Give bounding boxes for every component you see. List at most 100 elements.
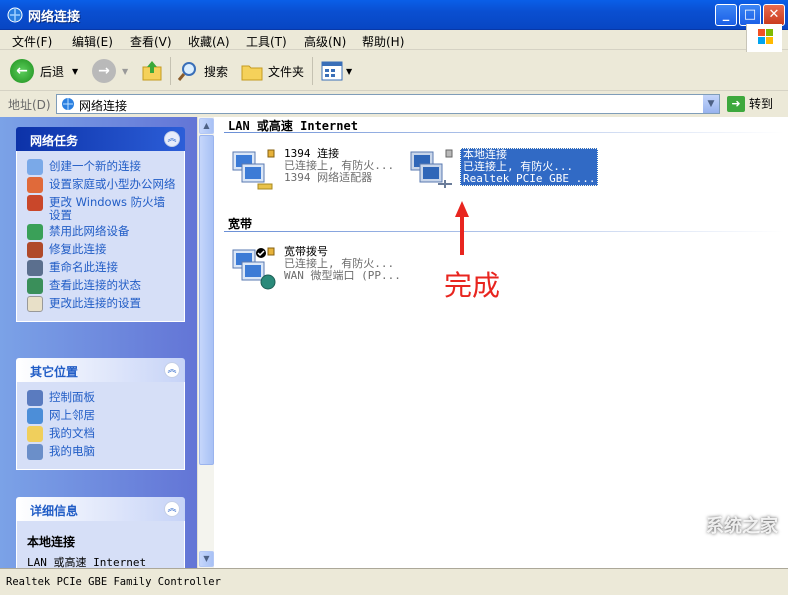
task-view-status[interactable]: 查看此连接的状态: [27, 278, 176, 294]
place-label: 控制面板: [49, 390, 95, 404]
back-dropdown-icon[interactable]: ▼: [72, 67, 78, 76]
title-bar[interactable]: 网络连接 _ □ ✕: [0, 0, 788, 30]
other-places-panel: 其它位置 ︽ 控制面板 网上邻居 我的文档 我的电脑: [16, 358, 185, 470]
address-label: 地址(D): [8, 98, 51, 112]
up-folder-button[interactable]: [140, 57, 164, 85]
other-places-title: 其它位置: [30, 365, 79, 379]
home-network-icon: [27, 177, 43, 193]
go-button[interactable]: ➜ 转到: [727, 95, 773, 112]
network-tasks-header[interactable]: 网络任务 ︽: [16, 127, 185, 151]
toolbar-separator: [312, 57, 313, 85]
back-label: 后退: [40, 64, 65, 79]
connection-local[interactable]: 本地连接 已连接上, 有防火... Realtek PCIe GBE ...: [408, 148, 599, 192]
up-folder-icon: [142, 61, 162, 81]
connection-info: 本地连接 已连接上, 有防火... Realtek PCIe GBE ...: [460, 148, 599, 186]
details-header[interactable]: 详细信息 ︽: [16, 497, 185, 521]
task-label: 查看此连接的状态: [49, 278, 141, 292]
toolbar-separator: [170, 57, 171, 85]
task-create-connection[interactable]: 创建一个新的连接: [27, 159, 176, 175]
forward-arrow-icon: →: [92, 59, 116, 83]
address-input[interactable]: 网络连接 ▼: [56, 94, 720, 114]
menu-file[interactable]: 文件(F): [12, 33, 52, 50]
firewall-icon: [27, 195, 43, 211]
my-computer-icon: [27, 444, 43, 460]
task-pane: 网络任务 ︽ 创建一个新的连接 设置家庭或小型办公网络 更改 Windows 防…: [0, 117, 197, 568]
network-folder-icon: [62, 98, 74, 110]
back-arrow-icon: ←: [10, 59, 34, 83]
menu-advanced[interactable]: 高级(N): [304, 33, 346, 50]
place-control-panel[interactable]: 控制面板: [27, 390, 176, 406]
task-label: 禁用此网络设备: [49, 224, 130, 238]
folders-button[interactable]: 文件夹: [240, 57, 304, 85]
network-connection-icon: [410, 149, 453, 188]
left-pane-scrollbar[interactable]: ▲ ▼: [197, 117, 214, 568]
details-title: 详细信息: [30, 504, 79, 518]
forward-button[interactable]: → ▼: [92, 57, 128, 85]
task-label: 更改 Windows 防火墙设置: [49, 195, 166, 222]
task-label: 创建一个新的连接: [49, 159, 141, 173]
task-repair[interactable]: 修复此连接: [27, 242, 176, 258]
watermark: 系统之家: [706, 516, 778, 537]
new-connection-icon: [27, 159, 43, 175]
place-label: 我的文档: [49, 426, 95, 440]
place-label: 我的电脑: [49, 444, 95, 458]
network-connections-icon: [7, 7, 23, 23]
connection-device: 1394 网络适配器: [284, 171, 373, 184]
network-connection-icon: [232, 149, 275, 190]
views-button[interactable]: ▼: [320, 57, 352, 85]
settings-icon: [27, 296, 43, 312]
network-tasks-title: 网络任务: [30, 134, 79, 148]
go-arrow-icon: ➜: [727, 95, 745, 112]
broadband-connection-icon: [232, 247, 276, 290]
place-my-computer[interactable]: 我的电脑: [27, 444, 176, 460]
group-divider: [224, 231, 784, 232]
window-title: 网络连接: [28, 10, 81, 25]
windows-logo-icon: [746, 24, 782, 52]
scroll-up-icon[interactable]: ▲: [199, 118, 214, 134]
menu-edit[interactable]: 编辑(E): [72, 33, 113, 50]
scroll-down-icon[interactable]: ▼: [199, 551, 214, 567]
task-label: 设置家庭或小型办公网络: [49, 177, 176, 191]
go-label: 转到: [749, 97, 774, 111]
other-places-header[interactable]: 其它位置 ︽: [16, 358, 185, 382]
search-button[interactable]: 搜索: [176, 57, 228, 85]
maximize-button[interactable]: □: [739, 4, 761, 26]
repair-icon: [27, 242, 43, 258]
task-disable-device[interactable]: 禁用此网络设备: [27, 224, 176, 240]
annotation-arrow-icon: [455, 201, 469, 255]
back-button[interactable]: ← 后退 ▼: [10, 57, 78, 85]
details-body: 本地连接 LAN 或高速 Internet: [16, 521, 185, 568]
network-tasks-list: 创建一个新的连接 设置家庭或小型办公网络 更改 Windows 防火墙设置 禁用…: [16, 151, 185, 322]
place-network-places[interactable]: 网上邻居: [27, 408, 176, 424]
menu-tools[interactable]: 工具(T): [246, 33, 287, 50]
menu-favorites[interactable]: 收藏(A): [188, 33, 230, 50]
collapse-chevron-icon[interactable]: ︽: [164, 131, 180, 147]
menu-help[interactable]: 帮助(H): [362, 33, 404, 50]
connection-info: 宽带拨号 已连接上, 有防火... WAN 微型端口 (PP...: [284, 246, 401, 282]
place-label: 网上邻居: [49, 408, 95, 422]
address-bar: 地址(D) 网络连接 ▼ ➜ 转到: [0, 92, 788, 116]
minimize-button[interactable]: _: [715, 4, 737, 26]
connection-device: Realtek PCIe GBE ...: [463, 172, 596, 185]
views-icon: [321, 61, 343, 81]
status-icon: [27, 278, 43, 294]
place-my-documents[interactable]: 我的文档: [27, 426, 176, 442]
close-button[interactable]: ✕: [763, 4, 785, 26]
connection-1394[interactable]: 1394 连接 已连接上, 有防火... 1394 网络适配器: [230, 148, 406, 192]
collapse-chevron-icon[interactable]: ︽: [164, 501, 180, 517]
status-bar: Realtek PCIe GBE Family Controller: [0, 568, 788, 595]
task-rename[interactable]: 重命名此连接: [27, 260, 176, 276]
task-firewall[interactable]: 更改 Windows 防火墙设置: [27, 195, 176, 222]
connection-broadband[interactable]: 宽带拨号 已连接上, 有防火... WAN 微型端口 (PP...: [230, 246, 406, 290]
collapse-chevron-icon[interactable]: ︽: [164, 362, 180, 378]
address-dropdown-icon[interactable]: ▼: [703, 95, 719, 113]
task-change-settings[interactable]: 更改此连接的设置: [27, 296, 176, 312]
details-type: LAN 或高速 Internet: [27, 556, 147, 568]
annotation-text: 完成: [444, 269, 501, 302]
task-home-network[interactable]: 设置家庭或小型办公网络: [27, 177, 176, 193]
details-panel: 详细信息 ︽ 本地连接 LAN 或高速 Internet: [16, 497, 185, 568]
menu-view[interactable]: 查看(V): [130, 33, 172, 50]
scroll-thumb[interactable]: [199, 135, 214, 465]
task-label: 修复此连接: [49, 242, 107, 256]
menu-bar: 文件(F) 编辑(E) 查看(V) 收藏(A) 工具(T) 高级(N) 帮助(H…: [0, 30, 788, 50]
